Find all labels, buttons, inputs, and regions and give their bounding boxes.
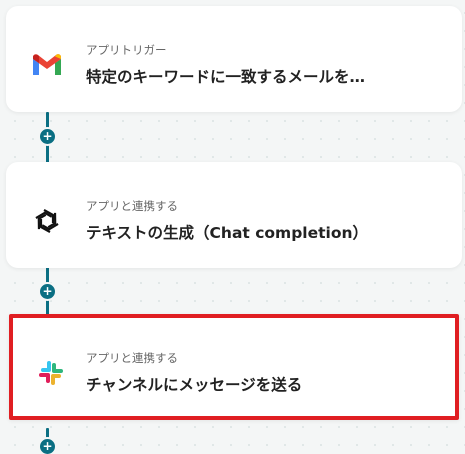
step-title: チャンネルにメッセージを送る [86,376,303,394]
add-step-button[interactable]: + [40,129,55,144]
gmail-icon [30,48,64,82]
step-title: 特定のキーワードに一致するメールを… [86,68,366,86]
step-type-label: アプリトリガー [86,43,167,57]
step-type-label: アプリと連携する [86,199,178,213]
step-card-slack[interactable]: アプリと連携する チャンネルにメッセージを送る [9,314,459,420]
step-card-chatgpt[interactable]: アプリと連携する テキストの生成（Chat completion） [6,162,462,268]
add-step-button[interactable]: + [40,284,55,299]
step-card-gmail-trigger[interactable]: アプリトリガー 特定のキーワードに一致するメールを… [6,6,462,112]
slack-icon [34,356,68,390]
step-title: テキストの生成（Chat completion） [86,224,369,242]
workflow-canvas: + + + アプリトリガー 特定のキーワードに一致するメールを… アプリと連携す… [0,0,465,454]
openai-icon [30,204,64,238]
add-step-button[interactable]: + [40,439,55,454]
step-type-label: アプリと連携する [86,351,178,365]
